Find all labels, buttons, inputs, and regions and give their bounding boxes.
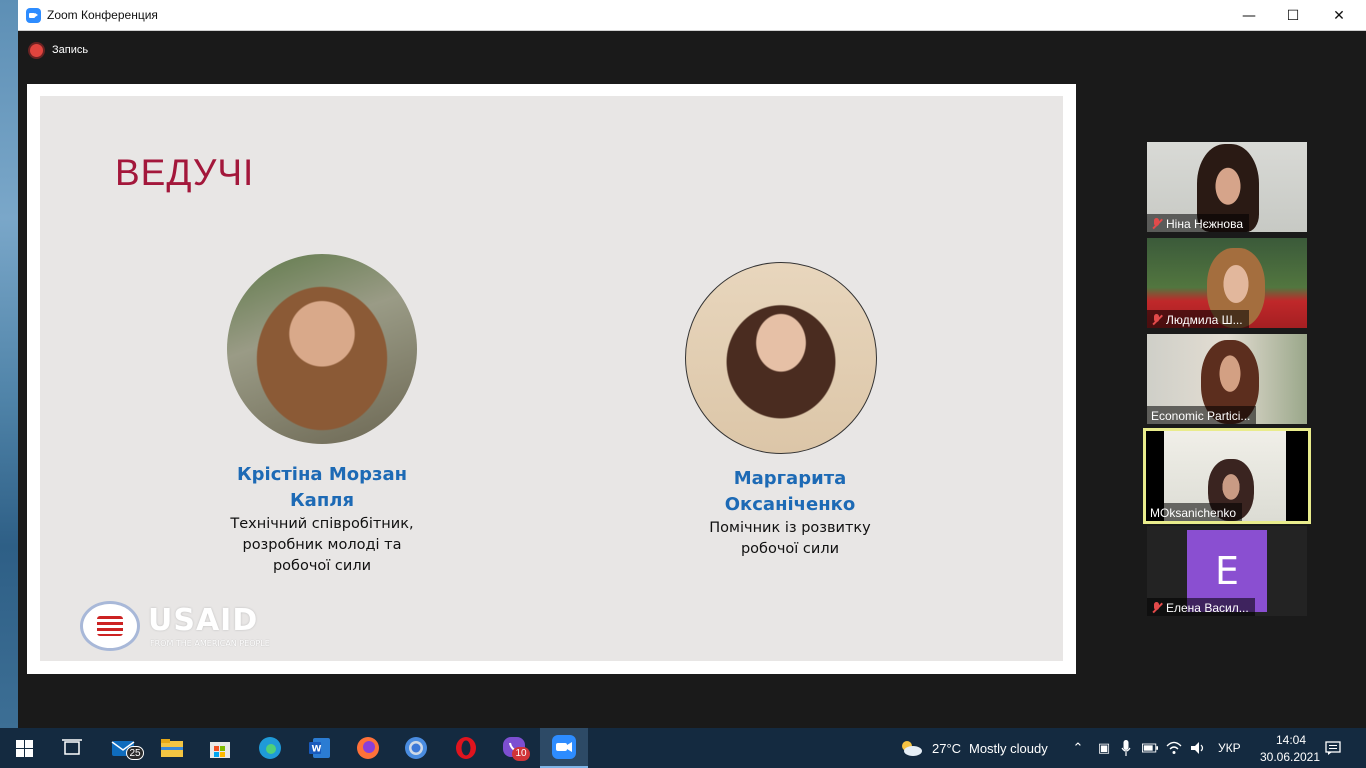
participant-name: Елена Васил... [1166, 601, 1249, 615]
mic-muted-icon [1151, 602, 1163, 614]
presenter-name-1: Крістіна Морзан Капля [192, 462, 452, 514]
screen: Zoom Конференция — ☐ ✕ Запись ВЕДУЧІ Крі… [0, 0, 1366, 768]
presenter-role-1-line2: розробник молоді та [242, 537, 402, 553]
presenter-name-1-line2: Капля [289, 490, 355, 511]
usaid-seal-icon [80, 601, 140, 651]
participant-name: Людмила Ш... [1166, 313, 1243, 327]
presenter-role-2-line1: Помічник із розвитку [709, 520, 871, 536]
store-icon[interactable] [196, 728, 244, 768]
presenter-photo-1 [227, 254, 417, 444]
edge-icon[interactable] [246, 728, 294, 768]
opera-icon[interactable] [442, 728, 490, 768]
presenter-role-1: Технічний співробітник, розробник молоді… [182, 514, 462, 577]
shared-screen: ВЕДУЧІ Крістіна Морзан Капля Технічний с… [27, 84, 1076, 674]
usaid-logo: USAID FROM THE AMERICAN PEOPLE [80, 601, 292, 651]
usaid-tagline: FROM THE AMERICAN PEOPLE [150, 639, 270, 648]
presenter-role-2-line2: робочої сили [740, 541, 840, 557]
presenter-name-2: Маргарита Оксаніченко [660, 466, 920, 518]
camera-icon[interactable]: ▣ [1096, 740, 1112, 756]
windows-start-icon[interactable] [0, 728, 48, 768]
notifications-icon[interactable] [1324, 740, 1342, 756]
participant-name-bar: Ніна Нєжнова [1147, 214, 1249, 232]
mic-muted-icon [1151, 314, 1163, 326]
participant-name: Economic Partici... [1151, 409, 1251, 423]
participant-tile[interactable]: Людмила Ш... [1147, 238, 1307, 328]
participant-name: MOksanichenko [1150, 506, 1237, 520]
recording-label[interactable]: Запись [52, 44, 88, 56]
presenter-name-2-line1: Маргарита [733, 468, 847, 489]
zoom-app-icon [26, 8, 41, 23]
participant-tile[interactable]: E Елена Васил... [1147, 526, 1307, 616]
close-button[interactable]: ✕ [1316, 0, 1362, 31]
recording-icon[interactable] [30, 44, 43, 57]
weather-condition[interactable]: Mostly cloudy [969, 741, 1048, 756]
presenter-role-1-line1: Технічний співробітник, [230, 516, 414, 532]
clock-date[interactable]: 30.06.2021 [1250, 750, 1330, 764]
participant-tile[interactable]: Ніна Нєжнова [1147, 142, 1307, 232]
participant-name-bar: Елена Васил... [1147, 598, 1255, 616]
windows-taskbar: 25 W 10 27°C Mostly cloudy ⌃ ▣ УКР 14:04… [0, 728, 1366, 768]
participant-name-bar: MOksanichenko [1146, 503, 1243, 521]
participant-tile-active-speaker[interactable]: MOksanichenko [1143, 428, 1311, 524]
firefox-icon[interactable] [344, 728, 392, 768]
presenter-role-1-line3: робочої сили [272, 558, 372, 574]
presenter-name-1-line1: Крістіна Морзан [236, 464, 408, 485]
input-language[interactable]: УКР [1218, 741, 1241, 755]
word-icon[interactable]: W [296, 728, 344, 768]
minimize-button[interactable]: — [1226, 0, 1272, 31]
wifi-icon[interactable] [1166, 740, 1182, 756]
viber-icon[interactable]: 10 [490, 728, 538, 768]
maximize-button[interactable]: ☐ [1270, 0, 1316, 31]
file-explorer-icon[interactable] [148, 728, 196, 768]
desktop-background [0, 0, 18, 728]
participant-name-bar: Людмила Ш... [1147, 310, 1249, 328]
presentation-slide: ВЕДУЧІ Крістіна Морзан Капля Технічний с… [40, 96, 1063, 661]
svg-text:W: W [312, 745, 322, 755]
battery-icon[interactable] [1142, 740, 1158, 756]
mic-muted-icon [1151, 218, 1163, 230]
window-title: Zoom Конференция [47, 8, 158, 22]
presenter-name-2-line2: Оксаніченко [724, 494, 856, 515]
slide-title: ВЕДУЧІ [115, 152, 255, 193]
title-bar[interactable]: Zoom Конференция — ☐ ✕ [18, 0, 1366, 31]
weather-icon[interactable] [898, 728, 924, 768]
weather-temperature[interactable]: 27°C [932, 741, 961, 756]
viber-badge: 10 [512, 747, 530, 761]
participant-tile[interactable]: Economic Partici... [1147, 334, 1307, 424]
usaid-wordmark: USAID [148, 603, 259, 638]
participant-name: Ніна Нєжнова [1166, 217, 1243, 231]
zoom-icon[interactable] [540, 728, 588, 768]
presenter-role-2: Помічник із розвитку робочої сили [650, 518, 930, 560]
mail-badge: 25 [126, 746, 144, 760]
microphone-icon[interactable] [1118, 740, 1134, 756]
zoom-window: Zoom Конференция — ☐ ✕ Запись ВЕДУЧІ Крі… [18, 0, 1366, 728]
chrome-icon[interactable] [392, 728, 440, 768]
volume-icon[interactable] [1190, 740, 1206, 756]
meeting-top-bar: Запись [18, 31, 1366, 69]
presenter-photo-2 [685, 262, 877, 454]
chevron-up-icon[interactable]: ⌃ [1070, 740, 1086, 756]
task-view-icon[interactable] [48, 728, 96, 768]
participant-name-bar: Economic Partici... [1147, 406, 1257, 424]
clock-time[interactable]: 14:04 [1266, 733, 1316, 747]
mail-icon[interactable]: 25 [100, 728, 148, 768]
